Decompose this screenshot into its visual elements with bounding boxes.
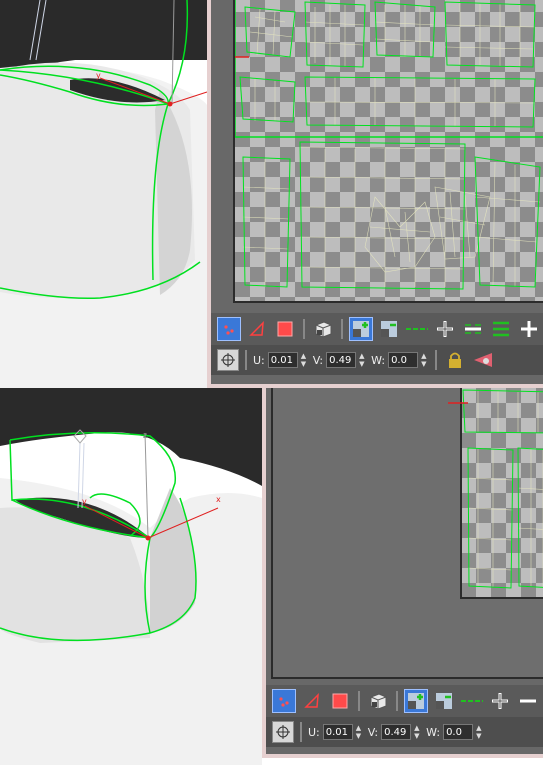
element-select-icon[interactable] [366,689,390,713]
axis-x-label: x [216,495,221,504]
grow-loop-icon[interactable] [489,317,513,341]
face-select-icon[interactable] [328,689,352,713]
w-label: W: [426,725,441,739]
u-label: U: [253,353,265,367]
v-spinner[interactable]: ▲ ▼ [359,352,367,368]
uv-status-bar: U: 0.01 ▲ ▼ V: 0.49 ▲ ▼ W: 0.0 ▲ ▼ [266,717,543,747]
status-separator [245,350,247,370]
edge-select-icon[interactable] [300,689,324,713]
v-spinner[interactable]: ▲ ▼ [414,724,422,740]
w-coordinate-field[interactable]: 0.0 [443,724,474,740]
v-coordinate-field[interactable]: 0.49 [326,352,357,368]
w-coordinate-field[interactable]: 0.0 [388,352,419,368]
uv-toolbar [211,313,543,345]
grow-select-icon[interactable] [349,317,373,341]
u-spinner[interactable]: ▲ ▼ [301,352,309,368]
shrink-select-icon[interactable] [377,317,401,341]
ring-minus-icon[interactable] [461,317,485,341]
ring-plus-icon[interactable] [433,317,457,341]
uv-editor-window: U: 0.01 ▲ ▼ V: 0.49 ▲ ▼ W: 0.0 ▲ ▼ [262,388,543,758]
uv-editor-window: U: 0.01 ▲ ▼ V: 0.49 ▲ ▼ W: 0.0 ▲ ▼ [207,0,543,388]
lock-icon[interactable] [443,348,467,372]
axis-y-label: y [96,71,101,80]
w-label: W: [371,353,386,367]
uv-islands [235,0,543,290]
u-coordinate-field[interactable]: 0.01 [267,352,298,368]
loop-select-icon[interactable] [460,689,484,713]
transform-gizmo-icon[interactable] [217,349,239,371]
axis-y-label: y [82,497,87,506]
uv-toolbar [266,685,543,717]
uv-status-bar: U: 0.01 ▲ ▼ V: 0.49 ▲ ▼ W: 0.0 ▲ ▼ [211,345,543,375]
ring-plus-icon[interactable] [517,317,541,341]
vertex-select-icon[interactable] [272,689,296,713]
v-coordinate-field[interactable]: 0.49 [381,724,412,740]
uv-canvas[interactable] [233,0,543,303]
v-label: V: [312,353,324,367]
w-spinner[interactable]: ▲ ▼ [476,724,484,740]
uv-islands [448,388,543,599]
ring-plus-icon[interactable] [488,689,512,713]
axis-z-label: z [143,431,147,440]
transform-gizmo-icon[interactable] [272,721,294,743]
grow-select-icon[interactable] [404,689,428,713]
element-select-icon[interactable] [311,317,335,341]
toolbar-separator [303,319,305,339]
bottom-view-panel: x y z U: 0.01 ▲ ▼ V: 0.49 ▲ ▼ W: 0.0 ▲ ▼ [0,388,543,765]
shrink-select-icon[interactable] [432,689,456,713]
ring-minus-icon[interactable] [516,689,540,713]
u-coordinate-field[interactable]: 0.01 [322,724,353,740]
paint-filter-icon[interactable] [471,348,495,372]
status-separator [300,722,302,742]
toolbar-separator [358,691,360,711]
u-spinner[interactable]: ▲ ▼ [356,724,364,740]
face-select-icon[interactable] [273,317,297,341]
status-separator [435,350,438,370]
uv-canvas[interactable] [271,388,543,679]
toolbar-separator [341,319,343,339]
u-label: U: [308,725,320,739]
w-spinner[interactable]: ▲ ▼ [421,352,429,368]
vertex-select-icon[interactable] [217,317,241,341]
toolbar-separator [396,691,398,711]
loop-select-icon[interactable] [405,317,429,341]
top-view-panel: y U: 0.01 ▲ ▼ V: 0.49 ▲ ▼ W: 0.0 ▲ ▼ [0,0,543,388]
v-label: V: [367,725,379,739]
edge-select-icon[interactable] [245,317,269,341]
